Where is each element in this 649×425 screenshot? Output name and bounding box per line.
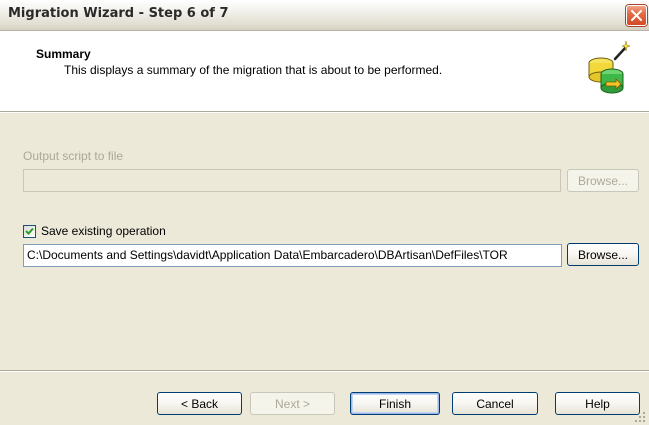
save-path-input[interactable]: C:\Documents and Settings\davidt\Applica… [23, 244, 562, 267]
step-title: Summary [36, 47, 91, 61]
back-button[interactable]: < Back [157, 392, 242, 415]
output-script-field [23, 169, 561, 192]
database-wizard-icon [588, 40, 630, 94]
check-mark-icon [25, 227, 34, 235]
resize-grip-icon[interactable] [634, 411, 646, 423]
step-description: This displays a summary of the migration… [64, 63, 443, 77]
close-icon [631, 10, 642, 21]
next-button: Next > [250, 392, 335, 415]
save-operation-checkbox[interactable] [23, 224, 36, 238]
cancel-button[interactable]: Cancel [452, 392, 538, 415]
save-operation-row[interactable]: Save existing operation [23, 224, 166, 238]
close-button[interactable] [626, 5, 647, 26]
migration-wizard-dialog: Migration Wizard - Step 6 of 7 Summary T… [0, 0, 649, 425]
save-browse-button[interactable]: Browse... [567, 243, 639, 266]
finish-button[interactable]: Finish [350, 392, 440, 415]
footer-separator [0, 370, 649, 372]
output-script-label: Output script to file [23, 149, 124, 163]
save-operation-label[interactable]: Save existing operation [41, 224, 166, 238]
output-browse-button: Browse... [567, 169, 639, 192]
title-bar[interactable]: Migration Wizard - Step 6 of 7 [0, 0, 649, 31]
wizard-header: Summary This displays a summary of the m… [0, 31, 649, 112]
window-title: Migration Wizard - Step 6 of 7 [8, 6, 229, 21]
help-button[interactable]: Help [555, 392, 640, 415]
